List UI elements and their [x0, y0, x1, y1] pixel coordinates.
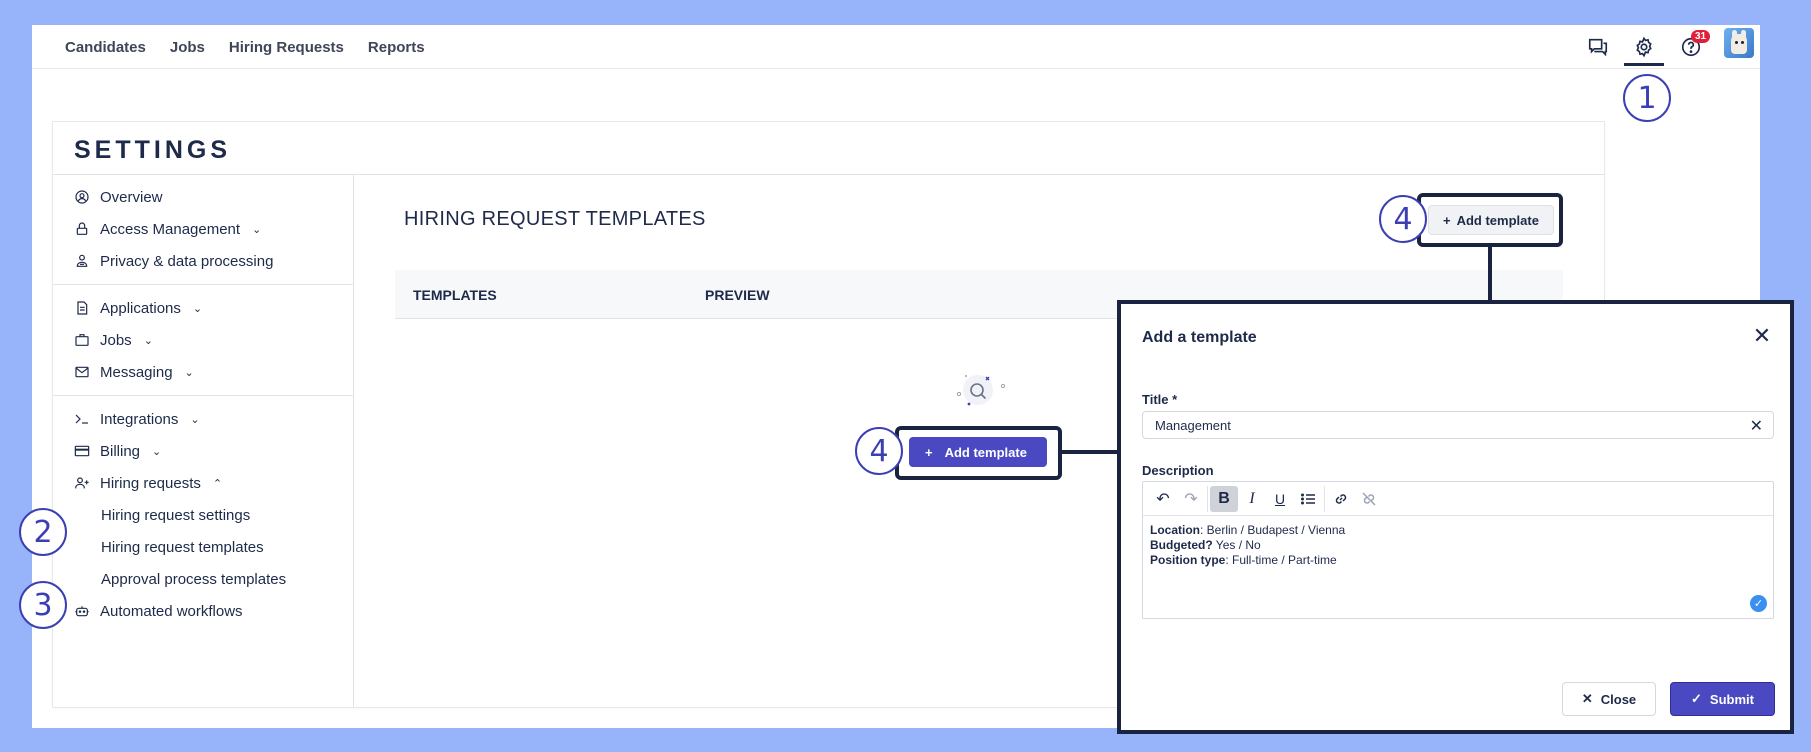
add-template-button-header[interactable]: + Add template: [1428, 205, 1554, 235]
sidebar-item-label: Integrations: [100, 410, 179, 428]
sidebar-item-label: Privacy & data processing: [100, 252, 274, 270]
nav-candidates[interactable]: Candidates: [65, 39, 146, 56]
user-plus-icon: [75, 477, 89, 489]
close-icon[interactable]: ✕: [1750, 323, 1774, 348]
chevron-down-icon: ⌄: [184, 366, 194, 379]
briefcase-icon: [75, 334, 89, 346]
dialog-title: Add a template: [1142, 329, 1257, 346]
sidebar-item-messaging[interactable]: Messaging ⌄: [74, 360, 194, 384]
connector-line-center: [1062, 450, 1117, 454]
avatar[interactable]: [1724, 28, 1754, 58]
title-input[interactable]: Management ✕: [1142, 411, 1774, 439]
sidebar-item-jobs[interactable]: Jobs ⌄: [74, 328, 153, 352]
sidebar-item-access[interactable]: Access Management ⌄: [74, 217, 261, 241]
connector-line-top: [1488, 247, 1492, 301]
lock-icon: [76, 222, 88, 235]
sidebar-item-billing[interactable]: Billing ⌄: [74, 439, 161, 463]
column-templates: TEMPLATES: [413, 287, 497, 303]
sidebar-item-label: Automated workflows: [100, 602, 243, 620]
chevron-up-icon: ⌃: [212, 477, 223, 490]
description-line: Location: Berlin / Budapest / Vienna: [1150, 523, 1346, 537]
sidebar-item-label: Jobs: [100, 331, 132, 349]
description-editor[interactable]: ↶ ↷ B I U Location: Berlin / Budapest / …: [1142, 481, 1774, 619]
chevron-down-icon: ⌄: [190, 413, 200, 426]
close-button[interactable]: ✕ Close: [1562, 682, 1656, 716]
sidebar-item-hiring-request-settings[interactable]: Hiring request settings: [101, 507, 250, 524]
callout-4-center: 4: [855, 427, 903, 475]
sidebar-item-label: Billing: [100, 442, 141, 460]
terminal-icon: [75, 414, 88, 424]
settings-sidebar: Overview Access Management ⌄ Privacy & d…: [53, 175, 354, 707]
clear-input-icon[interactable]: ✕: [1750, 416, 1763, 436]
chevron-down-icon: ⌄: [152, 445, 162, 458]
page-title: SETTINGS: [74, 136, 232, 164]
gear-icon[interactable]: [1629, 32, 1659, 62]
sidebar-item-automated-workflows[interactable]: Automated workflows: [74, 599, 243, 623]
submit-button[interactable]: ✓ Submit: [1670, 682, 1775, 716]
sidebar-item-applications[interactable]: Applications ⌄: [74, 296, 202, 320]
editor-toolbar: ↶ ↷ B I U: [1143, 482, 1773, 516]
plus-icon: +: [1443, 212, 1451, 228]
unlink-icon[interactable]: [1355, 486, 1383, 512]
callout-1: 1: [1623, 74, 1671, 122]
add-template-dialog: Add a template ✕ Title * Management ✕ De…: [1117, 300, 1794, 734]
link-icon[interactable]: [1327, 486, 1355, 512]
sidebar-item-label: Applications: [100, 299, 181, 317]
underline-icon[interactable]: U: [1266, 486, 1294, 512]
sidebar-item-label: Messaging: [100, 363, 173, 381]
sidebar-item-overview[interactable]: Overview: [74, 185, 163, 209]
nav-hiring-requests[interactable]: Hiring Requests: [229, 39, 344, 56]
description-line: Position type: Full-time / Part-time: [1150, 553, 1337, 567]
mail-icon: [75, 366, 89, 378]
empty-search-icon: [956, 375, 1006, 406]
title-field-label: Title *: [1142, 392, 1178, 407]
callout-3: 3: [19, 581, 67, 629]
top-nav: Candidates Jobs Hiring Requests Reports …: [32, 25, 1760, 69]
sidebar-item-hiring-requests[interactable]: Hiring requests ⌃: [74, 471, 222, 495]
undo-icon[interactable]: ↶: [1149, 486, 1177, 512]
redo-icon[interactable]: ↷: [1177, 486, 1205, 512]
description-field-label: Description: [1142, 463, 1214, 478]
column-preview: PREVIEW: [705, 287, 770, 303]
sidebar-item-approval-process-templates[interactable]: Approval process templates: [101, 571, 286, 588]
check-icon: ✓: [1691, 691, 1702, 706]
robot-icon: [75, 606, 89, 617]
user-shield-icon: [76, 254, 88, 267]
notification-badge: 31: [1691, 30, 1711, 43]
credit-card-icon: [74, 445, 90, 457]
sidebar-item-label: Access Management: [100, 220, 241, 238]
plus-icon: +: [925, 444, 933, 460]
close-icon: ✕: [1581, 691, 1593, 706]
nav-jobs[interactable]: Jobs: [170, 39, 205, 56]
help-icon[interactable]: 31: [1676, 30, 1711, 62]
bullet-list-icon[interactable]: [1294, 486, 1322, 512]
check-icon: ✓: [1750, 595, 1767, 612]
add-template-button-empty[interactable]: + Add template: [909, 437, 1047, 467]
chevron-down-icon: ⌄: [192, 302, 203, 315]
callout-2: 2: [19, 508, 67, 556]
description-line: Budgeted? Yes / No: [1150, 538, 1261, 552]
italic-icon[interactable]: I: [1238, 486, 1266, 512]
sidebar-item-label: Overview: [100, 188, 163, 206]
bold-icon[interactable]: B: [1210, 485, 1238, 512]
nav-links: Candidates Jobs Hiring Requests Reports: [65, 25, 425, 69]
sidebar-item-hiring-request-templates[interactable]: Hiring request templates: [101, 539, 264, 556]
sidebar-item-integrations[interactable]: Integrations ⌄: [74, 407, 200, 431]
section-title: HIRING REQUEST TEMPLATES: [404, 208, 706, 230]
sidebar-item-label: Hiring requests: [100, 474, 201, 492]
user-circle-icon: [75, 190, 89, 204]
chevron-down-icon: ⌄: [143, 334, 153, 347]
chat-icon[interactable]: [1583, 32, 1613, 62]
callout-4-top: 4: [1379, 195, 1427, 243]
document-icon: [77, 301, 88, 315]
nav-reports[interactable]: Reports: [368, 39, 425, 56]
chevron-down-icon: ⌄: [252, 223, 262, 236]
sidebar-item-privacy[interactable]: Privacy & data processing: [74, 249, 273, 273]
editor-content[interactable]: Location: Berlin / Budapest / Vienna Bud…: [1150, 523, 1345, 568]
gear-active-indicator: [1624, 63, 1664, 66]
